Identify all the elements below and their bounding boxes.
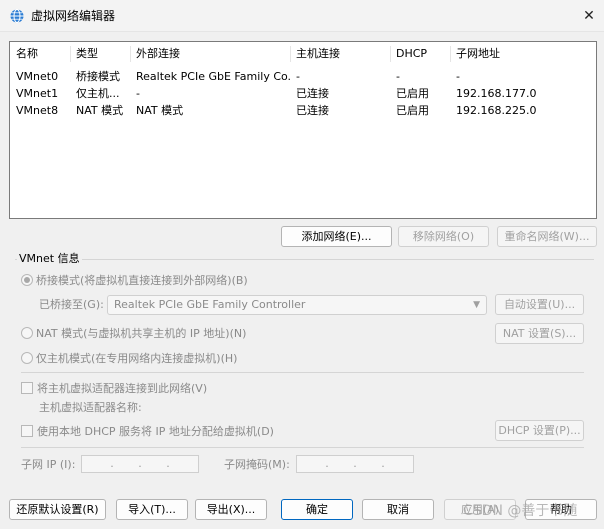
- cell-host: -: [296, 70, 300, 83]
- cell-subnet: 192.168.177.0: [456, 87, 537, 100]
- cancel-button[interactable]: 取消: [362, 499, 434, 520]
- cell-subnet: -: [456, 70, 460, 83]
- column-header-dhcp[interactable]: DHCP: [390, 42, 450, 66]
- cell-type: 仅主机...: [76, 87, 120, 100]
- cell-host: 已连接: [296, 87, 329, 100]
- cell-subnet: 192.168.225.0: [456, 104, 537, 117]
- host-only-radio[interactable]: 仅主机模式(在专用网络内连接虚拟机)(H): [21, 350, 237, 366]
- nat-mode-label: NAT 模式(与虚拟机共享主机的 IP 地址)(N): [36, 327, 247, 340]
- subnet-ip-input[interactable]: . . .: [81, 455, 199, 473]
- column-header-type[interactable]: 类型: [70, 42, 130, 66]
- watermark-text: CSDN @善于书随: [463, 503, 578, 519]
- column-header-external[interactable]: 外部连接: [130, 42, 290, 66]
- adapter-name-label: 主机虚拟适配器名称:: [39, 401, 142, 414]
- radio-icon: [21, 352, 33, 364]
- ip-dot: .: [325, 457, 329, 470]
- list-header: 名称 类型 外部连接 主机连接 DHCP 子网地址: [10, 42, 596, 66]
- chevron-down-icon: ▼: [473, 300, 480, 310]
- dhcp-label: 使用本地 DHCP 服务将 IP 地址分配给虚拟机(D): [37, 425, 274, 438]
- table-row[interactable]: VMnet0 桥接模式 Realtek PCIe GbE Family Co..…: [10, 68, 596, 85]
- cell-dhcp: -: [396, 70, 400, 83]
- bridged-adapter-value: Realtek PCIe GbE Family Controller: [114, 298, 306, 311]
- bridged-mode-radio[interactable]: 桥接模式(将虚拟机直接连接到外部网络)(B): [21, 272, 248, 288]
- vmnet-info-label: VMnet 信息: [17, 252, 82, 266]
- auto-settings-button[interactable]: 自动设置(U)...: [495, 294, 584, 315]
- section-divider: [21, 447, 584, 448]
- connect-adapter-label: 将主机虚拟适配器连接到此网络(V): [37, 382, 208, 395]
- dhcp-settings-button[interactable]: DHCP 设置(P)...: [495, 420, 584, 441]
- radio-icon: [21, 327, 33, 339]
- rename-network-button[interactable]: 重命名网络(W)...: [497, 226, 597, 247]
- cell-name: VMnet0: [16, 70, 59, 83]
- group-divider: [15, 259, 594, 260]
- add-network-button[interactable]: 添加网络(E)...: [281, 226, 392, 247]
- table-row[interactable]: VMnet1 仅主机... - 已连接 已启用 192.168.177.0: [10, 85, 596, 102]
- cell-type: 桥接模式: [76, 70, 120, 83]
- ip-dot: .: [138, 457, 142, 470]
- ip-dot: .: [110, 457, 114, 470]
- subnet-ip-label: 子网 IP (I):: [21, 458, 76, 471]
- table-row[interactable]: VMnet8 NAT 模式 NAT 模式 已连接 已启用 192.168.225…: [10, 102, 596, 119]
- dhcp-checkbox[interactable]: 使用本地 DHCP 服务将 IP 地址分配给虚拟机(D): [21, 423, 274, 439]
- export-button[interactable]: 导出(X)...: [195, 499, 267, 520]
- close-icon: ✕: [583, 8, 595, 24]
- nat-settings-button[interactable]: NAT 设置(S)...: [495, 323, 584, 344]
- cell-external: -: [136, 87, 140, 100]
- network-globe-icon: [10, 9, 24, 23]
- bridged-to-label: 已桥接至(G):: [39, 298, 104, 311]
- subnet-mask-label: 子网掩码(M):: [224, 458, 290, 471]
- ok-button[interactable]: 确定: [281, 499, 353, 520]
- restore-defaults-button[interactable]: 还原默认设置(R): [9, 499, 106, 520]
- cell-external: NAT 模式: [136, 104, 184, 117]
- cell-dhcp: 已启用: [396, 87, 429, 100]
- cell-name: VMnet1: [16, 87, 59, 100]
- checkbox-icon: [21, 425, 33, 437]
- bridged-mode-label: 桥接模式(将虚拟机直接连接到外部网络)(B): [36, 274, 248, 287]
- ip-dot: .: [353, 457, 357, 470]
- close-button[interactable]: ✕: [574, 0, 604, 32]
- cell-dhcp: 已启用: [396, 104, 429, 117]
- network-list[interactable]: 名称 类型 外部连接 主机连接 DHCP 子网地址 VMnet0 桥接模式 Re…: [9, 41, 597, 219]
- connect-adapter-checkbox[interactable]: 将主机虚拟适配器连接到此网络(V): [21, 380, 207, 396]
- column-header-name[interactable]: 名称: [10, 42, 70, 66]
- subnet-mask-input[interactable]: . . .: [296, 455, 414, 473]
- cell-type: NAT 模式: [76, 104, 124, 117]
- column-header-host[interactable]: 主机连接: [290, 42, 390, 66]
- bridged-adapter-select[interactable]: Realtek PCIe GbE Family Controller ▼: [107, 295, 487, 315]
- column-header-subnet[interactable]: 子网地址: [450, 42, 590, 66]
- nat-mode-radio[interactable]: NAT 模式(与虚拟机共享主机的 IP 地址)(N): [21, 325, 246, 341]
- remove-network-button[interactable]: 移除网络(O): [398, 226, 489, 247]
- ip-dot: .: [381, 457, 385, 470]
- title-bar: 虚拟网络编辑器 ✕: [0, 0, 604, 32]
- window-title: 虚拟网络编辑器: [31, 9, 116, 23]
- host-only-label: 仅主机模式(在专用网络内连接虚拟机)(H): [36, 352, 238, 365]
- radio-checked-icon: [21, 274, 33, 286]
- cell-host: 已连接: [296, 104, 329, 117]
- cell-name: VMnet8: [16, 104, 59, 117]
- section-divider: [21, 372, 584, 373]
- ip-dot: .: [166, 457, 170, 470]
- cell-external: Realtek PCIe GbE Family Co...: [136, 70, 290, 83]
- checkbox-icon: [21, 382, 33, 394]
- import-button[interactable]: 导入(T)...: [116, 499, 188, 520]
